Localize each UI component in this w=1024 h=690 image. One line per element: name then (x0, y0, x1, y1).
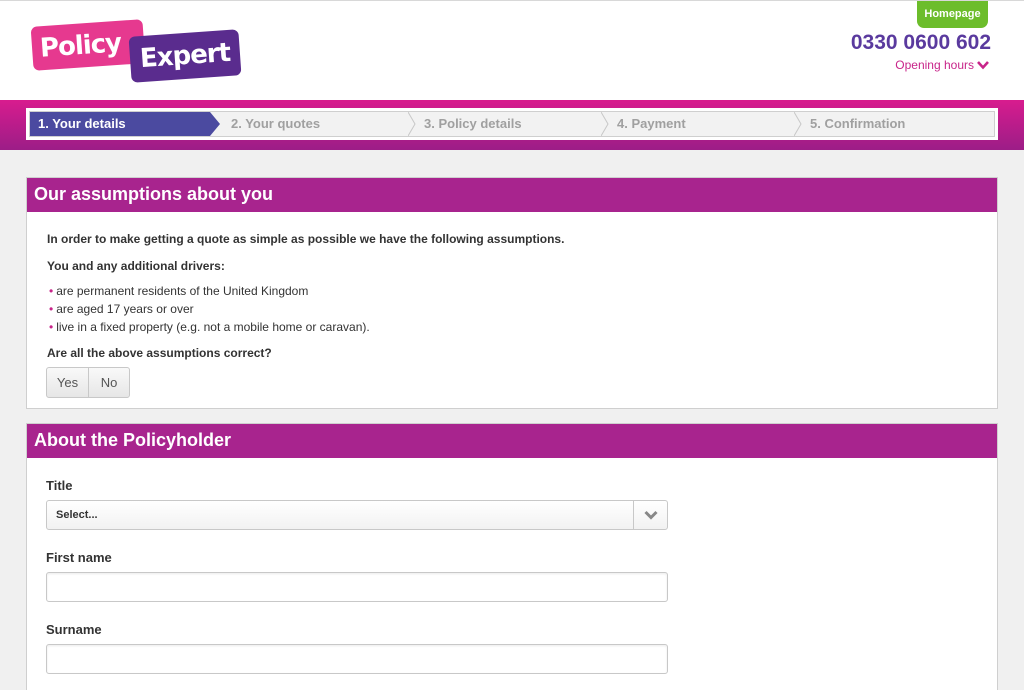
assumptions-intro: In order to make getting a quote as simp… (47, 232, 565, 246)
chevron-down-icon (977, 60, 989, 69)
surname-input[interactable] (46, 644, 668, 674)
list-item-text: are permanent residents of the United Ki… (56, 284, 309, 298)
policyholder-heading: About the Policyholder (27, 424, 997, 458)
list-item-text: are aged 17 years or over (56, 302, 194, 316)
opening-hours-link[interactable]: Opening hours (895, 58, 989, 72)
list-item-text: live in a fixed property (e.g. not a mob… (56, 320, 370, 334)
yes-button[interactable]: Yes (47, 368, 88, 397)
logo-text-policy: Policy (39, 28, 123, 64)
list-item: • are permanent residents of the United K… (49, 282, 370, 300)
title-select-value: Select... (56, 509, 98, 521)
surname-label: Surname (46, 622, 102, 637)
assumptions-heading: Our assumptions about you (27, 178, 997, 212)
first-name-label: First name (46, 550, 112, 565)
assumptions-toggle: Yes No (46, 367, 130, 398)
step-policy-details: 3. Policy details (424, 116, 522, 131)
step-confirmation: 5. Confirmation (810, 116, 906, 131)
assumptions-subheading: You and any additional drivers: (47, 259, 225, 273)
opening-hours-label: Opening hours (895, 58, 974, 72)
phone-number: 0330 0600 602 (850, 31, 991, 54)
title-select[interactable]: Select... (46, 500, 668, 530)
homepage-button[interactable]: Homepage (917, 1, 988, 28)
no-button[interactable]: No (88, 368, 129, 397)
policy-expert-logo[interactable]: Policy Expert (30, 19, 244, 85)
steps-container: 1. Your details 2. Your quotes 3. Policy… (26, 108, 998, 140)
first-name-input[interactable] (46, 572, 668, 602)
list-item: • live in a fixed property (e.g. not a mo… (49, 318, 370, 336)
assumptions-panel: Our assumptions about you In order to ma… (26, 177, 998, 409)
assumptions-question: Are all the above assumptions correct? (47, 346, 272, 360)
step-separator-icon (408, 112, 416, 136)
chevron-down-icon (643, 510, 658, 520)
assumptions-list: • are permanent residents of the United K… (49, 282, 370, 336)
step-your-details: 1. Your details (30, 112, 220, 136)
step-separator-icon (794, 112, 802, 136)
title-label: Title (46, 478, 73, 493)
bullet-icon: • (49, 302, 54, 316)
bullet-icon: • (49, 284, 54, 298)
step-separator-icon (601, 112, 609, 136)
logo-text-expert: Expert (139, 37, 231, 75)
bullet-icon: • (49, 320, 54, 334)
steps-track: 1. Your details 2. Your quotes 3. Policy… (29, 111, 995, 137)
policyholder-panel: About the Policyholder Title Select... F… (26, 423, 998, 690)
select-arrow[interactable] (633, 501, 667, 529)
step-your-quotes: 2. Your quotes (231, 116, 321, 131)
step-payment: 4. Payment (617, 116, 686, 131)
list-item: • are aged 17 years or over (49, 300, 370, 318)
progress-bar: 1. Your details 2. Your quotes 3. Policy… (0, 100, 1024, 150)
site-header: Policy Expert Homepage 0330 0600 602 Ope… (0, 0, 1024, 100)
